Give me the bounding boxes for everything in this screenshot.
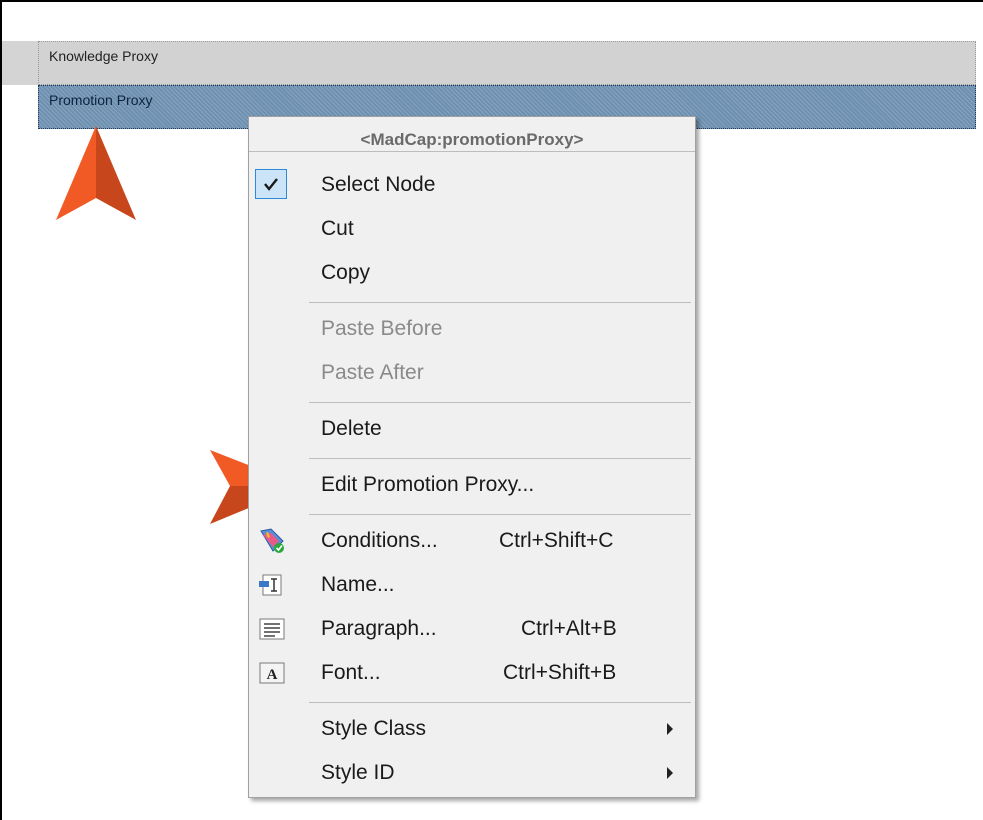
check-icon <box>255 169 287 199</box>
menu-item-label: Style ID <box>321 761 395 784</box>
font-icon: A <box>259 662 285 684</box>
menu-item-select-node[interactable]: Select Node <box>249 163 695 207</box>
menu-item-name[interactable]: Name... <box>249 563 695 607</box>
menu-item-label: Edit Promotion Proxy... <box>321 473 535 496</box>
paragraph-icon <box>259 618 285 640</box>
menu-item-label: Delete <box>321 417 382 440</box>
menu-item-delete[interactable]: Delete <box>249 407 695 451</box>
menu-item-label: Style Class <box>321 717 427 740</box>
menu-header-tag: <MadCap:promotionProxy> <box>360 130 584 149</box>
menu-item-conditions[interactable]: Conditions... Ctrl+Shift+C <box>249 519 695 563</box>
menu-divider <box>309 458 691 459</box>
menu-divider <box>309 702 691 703</box>
promotion-proxy-label: Promotion Proxy <box>49 92 153 108</box>
menu-item-paragraph[interactable]: Paragraph... Ctrl+Alt+B <box>249 607 695 651</box>
knowledge-proxy-label: Knowledge Proxy <box>49 48 158 64</box>
annotation-arrow-up-icon <box>56 126 136 220</box>
menu-divider <box>249 151 695 152</box>
menu-item-paste-after: Paste After <box>249 351 695 395</box>
menu-item-label: Conditions... <box>321 529 438 552</box>
menu-item-shortcut: Ctrl+Shift+C <box>499 529 614 552</box>
menu-divider <box>309 514 691 515</box>
menu-item-label: Copy <box>321 261 371 284</box>
menu-item-paste-before: Paste Before <box>249 307 695 351</box>
menu-item-font[interactable]: A Font... Ctrl+Shift+B <box>249 651 695 695</box>
knowledge-proxy-bar[interactable]: Knowledge Proxy <box>38 41 976 85</box>
menu-item-label: Paste After <box>321 361 424 384</box>
conditions-icon <box>260 528 284 553</box>
context-menu: <MadCap:promotionProxy> Select Node Cut … <box>248 116 696 798</box>
menu-item-label: Name... <box>321 573 395 596</box>
menu-item-label: Font... <box>321 661 381 684</box>
menu-item-label: Paragraph... <box>321 617 437 640</box>
menu-item-label: Select Node <box>321 173 436 196</box>
editor-left-gutter <box>2 41 38 85</box>
menu-item-shortcut: Ctrl+Shift+B <box>503 661 617 684</box>
menu-item-copy[interactable]: Copy <box>249 251 695 295</box>
submenu-arrow-icon <box>667 723 673 735</box>
menu-item-edit-promotion-proxy[interactable]: Edit Promotion Proxy... <box>249 463 695 507</box>
menu-item-style-class[interactable]: Style Class <box>249 707 695 751</box>
svg-text:A: A <box>267 667 278 683</box>
menu-divider <box>309 402 691 403</box>
menu-item-cut[interactable]: Cut <box>249 207 695 251</box>
name-icon <box>259 574 282 596</box>
submenu-arrow-icon <box>667 767 673 779</box>
menu-divider <box>309 302 691 303</box>
menu-item-label: Cut <box>321 217 354 240</box>
menu-item-style-id[interactable]: Style ID <box>249 751 695 795</box>
menu-item-shortcut: Ctrl+Alt+B <box>521 617 617 640</box>
menu-item-label: Paste Before <box>321 317 443 340</box>
